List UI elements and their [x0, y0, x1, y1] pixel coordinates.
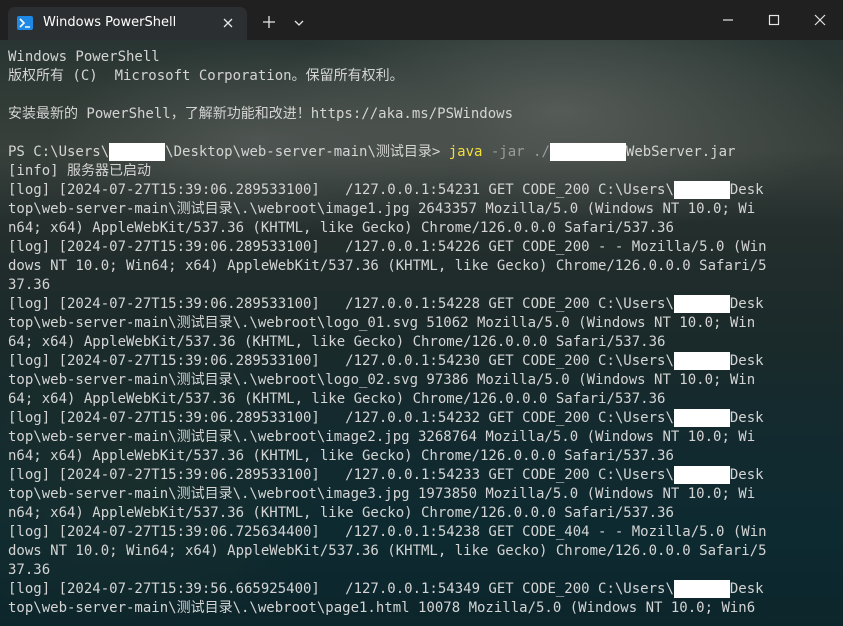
redacted-username [673, 580, 730, 598]
log-line: top\web-server-main\测试目录\.\webroot\image… [8, 485, 834, 504]
log-text: n64; x64) AppleWebKit/537.36 (KHTML, lik… [8, 505, 674, 521]
path-continuation: Desk [729, 467, 764, 483]
log-line: 64; x64) AppleWebKit/537.36 (KHTML, like… [8, 390, 834, 409]
log-line: top\web-server-main\测试目录\.\webroot\page1… [8, 599, 834, 618]
log-line: [log] [2024-07-27T15:39:06.289533100] /1… [8, 181, 834, 200]
plus-icon[interactable] [259, 12, 279, 32]
log-line: [log] [2024-07-27T15:39:06.289533100] /1… [8, 409, 834, 428]
tab-windows-powershell[interactable]: Windows PowerShell [8, 7, 247, 40]
log-line: 37.36 [8, 561, 834, 580]
log-text: [log] [2024-07-27T15:39:06.289533100] /1… [8, 296, 674, 312]
log-text: [log] [2024-07-27T15:39:56.665925400] /1… [8, 581, 674, 597]
log-line: [log] [2024-07-27T15:39:56.665925400] /1… [8, 580, 834, 599]
log-text: [log] [2024-07-27T15:39:06.289533100] /1… [8, 410, 674, 426]
prompt-suffix: \Desktop\web-server-main\测试目录> [165, 144, 449, 160]
log-text: [log] [2024-07-27T15:39:06.289533100] /1… [8, 239, 767, 255]
log-line: top\web-server-main\测试目录\.\webroot\image… [8, 428, 834, 447]
log-text: 37.36 [8, 277, 51, 293]
log-text: top\web-server-main\测试目录\.\webroot\logo_… [8, 315, 756, 331]
minimize-icon[interactable] [718, 10, 738, 30]
header-line: 安装最新的 PowerShell，了解新功能和改进！https://aka.ms… [8, 106, 514, 122]
log-line: n64; x64) AppleWebKit/537.36 (KHTML, lik… [8, 219, 834, 238]
log-line: dows NT 10.0; Win64; x64) AppleWebKit/53… [8, 257, 834, 276]
log-text: 37.36 [8, 562, 51, 578]
path-continuation: Desk [729, 182, 764, 198]
log-text: top\web-server-main\测试目录\.\webroot\image… [8, 429, 756, 445]
path-continuation: Desk [729, 581, 764, 597]
log-text: dows NT 10.0; Win64; x64) AppleWebKit/53… [8, 543, 767, 559]
redacted-username [673, 409, 730, 427]
redacted-username [673, 295, 730, 313]
redacted-jar-prefix [549, 143, 626, 161]
log-line: top\web-server-main\测试目录\.\webroot\logo_… [8, 314, 834, 333]
redacted-username [673, 352, 730, 370]
header-line [8, 86, 834, 105]
log-line: [log] [2024-07-27T15:39:06.289533100] /1… [8, 238, 834, 257]
log-line: [info] 服务器已启动 [8, 162, 834, 181]
log-text: top\web-server-main\测试目录\.\webroot\image… [8, 201, 756, 217]
log-text: n64; x64) AppleWebKit/537.36 (KHTML, lik… [8, 448, 674, 464]
log-line: top\web-server-main\测试目录\.\webroot\image… [8, 200, 834, 219]
close-window-icon[interactable] [810, 10, 830, 30]
log-text: 64; x64) AppleWebKit/537.36 (KHTML, like… [8, 391, 666, 407]
header-line: 版权所有 (C) Microsoft Corporation。保留所有权利。 [8, 68, 404, 84]
tab-title: Windows PowerShell [43, 15, 177, 30]
path-continuation: Desk [729, 296, 764, 312]
log-text: top\web-server-main\测试目录\.\webroot\image… [8, 486, 756, 502]
path-continuation: Desk [729, 410, 764, 426]
log-line: n64; x64) AppleWebKit/537.36 (KHTML, lik… [8, 447, 834, 466]
log-text: n64; x64) AppleWebKit/537.36 (KHTML, lik… [8, 220, 674, 236]
log-line: dows NT 10.0; Win64; x64) AppleWebKit/53… [8, 542, 834, 561]
command-prompt-line: PS C:\Users\ \Desktop\web-server-main\测试目… [8, 143, 834, 162]
path-continuation: Desk [729, 353, 764, 369]
log-text: [log] [2024-07-27T15:39:06.289533100] /1… [8, 353, 674, 369]
log-text: [log] [2024-07-27T15:39:06.289533100] /1… [8, 182, 674, 198]
log-text: [log] [2024-07-27T15:39:06.289533100] /1… [8, 467, 674, 483]
log-text: top\web-server-main\测试目录\.\webroot\logo_… [8, 372, 756, 388]
close-icon[interactable] [218, 13, 238, 33]
log-line: n64; x64) AppleWebKit/537.36 (KHTML, lik… [8, 504, 834, 523]
powershell-icon [17, 16, 33, 30]
output-lines: [info] 服务器已启动 [log] [2024-07-27T15:39:06.… [8, 162, 834, 618]
log-text: top\web-server-main\测试目录\.\webroot\page1… [8, 600, 756, 616]
title-bar: Windows PowerShell [0, 0, 843, 40]
maximize-icon[interactable] [764, 10, 784, 30]
log-line: top\web-server-main\测试目录\.\webroot\logo_… [8, 371, 834, 390]
log-text: 64; x64) AppleWebKit/537.36 (KHTML, like… [8, 334, 666, 350]
jar-name: WebServer.jar [625, 144, 736, 160]
log-line: 64; x64) AppleWebKit/537.36 (KHTML, like… [8, 333, 834, 352]
log-line: [log] [2024-07-27T15:39:06.289533100] /1… [8, 466, 834, 485]
header-line: Windows PowerShell [8, 49, 160, 65]
log-line: [log] [2024-07-27T15:39:06.289533100] /1… [8, 295, 834, 314]
log-line: 37.36 [8, 276, 834, 295]
header-line [8, 124, 834, 143]
log-text: [log] [2024-07-27T15:39:06.725634400] /1… [8, 524, 767, 540]
redacted-username [673, 466, 730, 484]
command-name: java [448, 144, 483, 160]
log-text: [info] 服务器已启动 [8, 163, 152, 179]
log-text: dows NT 10.0; Win64; x64) AppleWebKit/53… [8, 258, 767, 274]
redacted-username [109, 143, 166, 161]
log-line: [log] [2024-07-27T15:39:06.289533100] /1… [8, 352, 834, 371]
terminal-output[interactable]: Windows PowerShell 版权所有 (C) Microsoft Co… [8, 48, 834, 626]
command-args: -jar ./ [482, 144, 550, 160]
redacted-username [673, 181, 730, 199]
prompt-prefix: PS C:\Users\ [8, 144, 110, 160]
chevron-down-icon[interactable] [289, 13, 309, 33]
log-line: [log] [2024-07-27T15:39:06.725634400] /1… [8, 523, 834, 542]
